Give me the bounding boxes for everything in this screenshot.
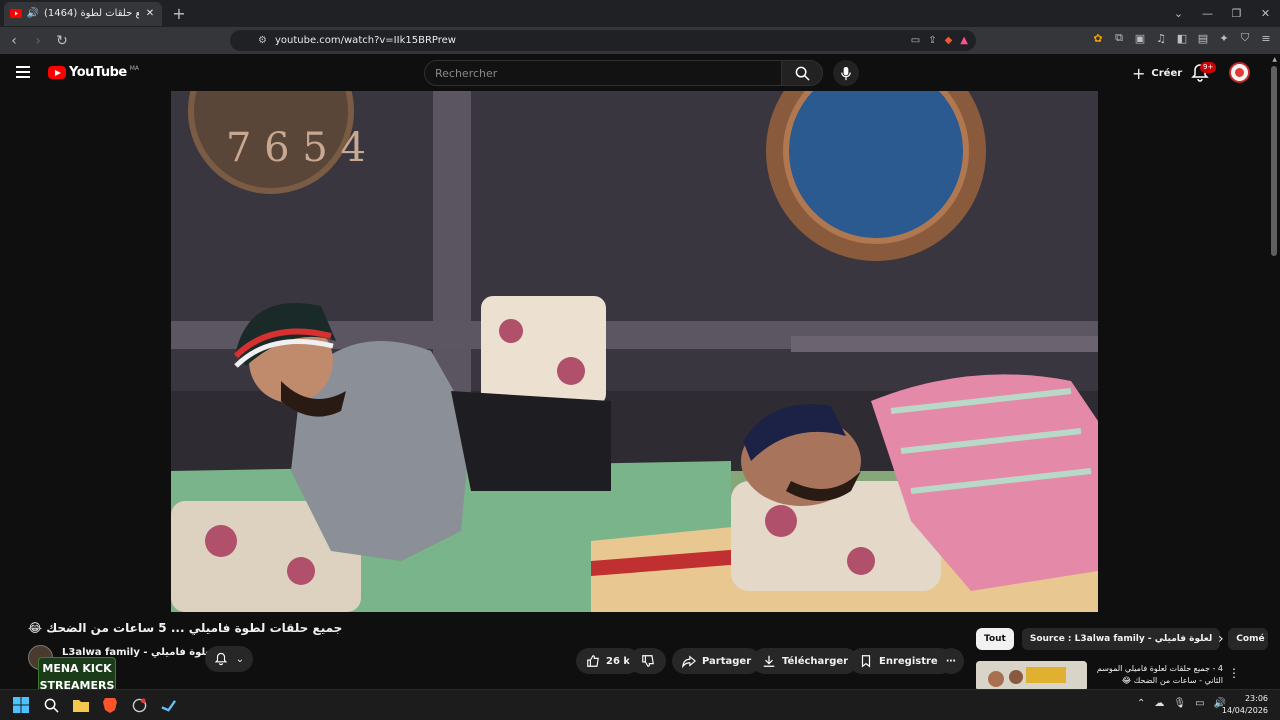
tab-title: (1464) جميع حلقات لطوة 🥰 bbox=[44, 8, 139, 19]
menu-icon[interactable]: ≡ bbox=[1260, 32, 1272, 45]
scrollbar-thumb[interactable] bbox=[1271, 66, 1277, 256]
recommended-title: 4 - جميع حلقات لعلوة فاميلي الموسم الثان… bbox=[1096, 664, 1223, 685]
masthead: YouTube MA Rechercher + Créer 9+ bbox=[0, 54, 1268, 91]
like-count: 26 k bbox=[606, 655, 631, 667]
save-label: Enregistrer bbox=[879, 655, 943, 667]
voice-search-button[interactable] bbox=[833, 60, 859, 86]
chevron-down-icon: ⌄ bbox=[235, 653, 245, 665]
share-label: Partager bbox=[702, 655, 752, 667]
microphone-icon[interactable]: 🎙 bbox=[1173, 698, 1186, 709]
leo-ai-icon[interactable]: ✦ bbox=[1218, 32, 1230, 45]
search-placeholder: Rechercher bbox=[435, 66, 498, 80]
youtube-page: YouTube MA Rechercher + Créer 9+ ▲ 7 6 5… bbox=[0, 54, 1280, 720]
plus-icon: + bbox=[1132, 63, 1146, 83]
sidebar-icon[interactable]: ◧ bbox=[1176, 32, 1188, 45]
share-icon[interactable]: ⇪ bbox=[928, 35, 936, 46]
taskbar-clock[interactable]: 23:06 14/04/2026 bbox=[1222, 693, 1268, 717]
create-label: Créer bbox=[1151, 67, 1183, 79]
close-window-button[interactable]: ✕ bbox=[1251, 7, 1280, 20]
app-icon[interactable] bbox=[130, 696, 148, 714]
recommended-thumbnail[interactable] bbox=[976, 661, 1087, 691]
chevron-right-icon[interactable]: › bbox=[1218, 631, 1224, 647]
forward-icon[interactable]: › bbox=[30, 33, 46, 49]
system-tray: ⌃ ☁ 🎙 ▭ 🔊 bbox=[1137, 698, 1226, 709]
search-input[interactable]: Rechercher bbox=[424, 60, 782, 86]
svg-text:7 6 5 4: 7 6 5 4 bbox=[226, 125, 366, 171]
clock-date: 14/04/2026 bbox=[1221, 706, 1268, 715]
tab-search-icon[interactable]: ⌄ bbox=[1164, 7, 1193, 20]
extension-icon[interactable]: ⧉ bbox=[1113, 31, 1125, 45]
steam-icon[interactable] bbox=[159, 696, 177, 714]
bookmark-save-icon bbox=[861, 655, 871, 668]
search-icon bbox=[795, 66, 810, 81]
url-text[interactable]: youtube.com/watch?v=IIk15BRPrew bbox=[275, 35, 903, 46]
dislike-button[interactable] bbox=[629, 648, 666, 674]
thumbs-up-icon bbox=[587, 655, 599, 667]
recommended-video[interactable]: 4 - جميع حلقات لعلوة فاميلي الموسم الثان… bbox=[976, 661, 1240, 691]
site-settings-icon[interactable]: ⚙ bbox=[258, 35, 267, 46]
window-controls: ⌄ — ❐ ✕ bbox=[1164, 0, 1280, 27]
more-horiz-icon: ⋯ bbox=[946, 655, 956, 667]
account-avatar[interactable] bbox=[1229, 62, 1250, 83]
display-icon[interactable]: ▭ bbox=[1195, 698, 1204, 709]
tray-overflow-icon[interactable]: ⌃ bbox=[1137, 698, 1145, 709]
cast-icon[interactable]: ▭ bbox=[911, 35, 920, 46]
new-tab-button[interactable]: + bbox=[170, 4, 188, 23]
minimize-button[interactable]: — bbox=[1193, 7, 1222, 20]
close-tab-icon[interactable]: ✕ bbox=[144, 8, 156, 20]
youtube-play-icon bbox=[48, 66, 66, 79]
region-code: MA bbox=[129, 64, 140, 72]
youtube-logo[interactable]: YouTube MA bbox=[48, 65, 139, 80]
more-actions-button[interactable]: ⋯ bbox=[938, 648, 964, 674]
watermark-line-1: MENA KICK bbox=[42, 662, 112, 675]
download-icon bbox=[763, 655, 775, 667]
brave-shield-icon[interactable]: ◆ bbox=[945, 35, 953, 46]
chip-source[interactable]: Source : L3alwa family - لعلوة فاميلي bbox=[1021, 628, 1221, 650]
bell-icon bbox=[214, 652, 228, 666]
thumbs-down-icon bbox=[641, 655, 654, 667]
extensions-area: ✿ ⧉ ▣ ♫ ◧ ▤ ✦ ⛉ ≡ bbox=[1092, 31, 1272, 45]
related-chips: Tout Source : L3alwa family - لعلوة فامي… bbox=[976, 628, 1269, 650]
speaker-icon[interactable]: 🔊 bbox=[27, 8, 39, 20]
share-button[interactable]: Partager bbox=[672, 648, 762, 674]
notification-count-badge: 9+ bbox=[1200, 62, 1217, 73]
windows-start-icon[interactable] bbox=[12, 696, 30, 714]
create-button[interactable]: + Créer bbox=[1122, 60, 1192, 86]
clock-time: 23:06 bbox=[1244, 694, 1268, 703]
reload-icon[interactable]: ↻ bbox=[54, 33, 70, 49]
subscription-bell-button[interactable]: ⌄ bbox=[205, 646, 253, 672]
share-icon bbox=[682, 655, 696, 668]
scroll-up-arrow[interactable]: ▲ bbox=[1272, 56, 1277, 63]
download-button[interactable]: Télécharger bbox=[752, 648, 859, 674]
file-explorer-icon[interactable] bbox=[72, 696, 90, 714]
mic-icon bbox=[841, 66, 851, 80]
address-bar[interactable]: ⚙ youtube.com/watch?v=IIk15BRPrew ▭ ⇪ ◆ … bbox=[230, 30, 976, 51]
video-title: جميع حلقات لطوة فاميلي ... 5 ساعات من ال… bbox=[28, 621, 343, 635]
guide-menu-icon[interactable] bbox=[16, 66, 30, 78]
maximize-button[interactable]: ❐ bbox=[1222, 7, 1251, 20]
youtube-favicon bbox=[10, 8, 22, 20]
back-icon[interactable]: ‹ bbox=[6, 33, 22, 49]
video-frame: 7 6 5 4 bbox=[171, 91, 1098, 612]
page-scrollbar[interactable]: ▲ bbox=[1268, 54, 1280, 720]
more-vert-icon[interactable]: ⋮ bbox=[1228, 666, 1240, 680]
brave-browser-icon[interactable] bbox=[101, 696, 119, 714]
extension-icon[interactable]: ✿ bbox=[1092, 32, 1104, 45]
chip-all[interactable]: Tout bbox=[976, 628, 1014, 650]
video-player[interactable]: 7 6 5 4 bbox=[171, 91, 1098, 612]
download-label: Télécharger bbox=[782, 655, 849, 667]
vpn-icon[interactable]: ⛉ bbox=[1239, 31, 1251, 45]
search-button[interactable] bbox=[781, 60, 823, 86]
taskbar-search-icon[interactable] bbox=[42, 696, 60, 714]
youtube-wordmark: YouTube bbox=[69, 65, 127, 80]
cloud-icon[interactable]: ☁ bbox=[1154, 698, 1164, 709]
music-icon[interactable]: ♫ bbox=[1155, 32, 1167, 45]
chip-comedy[interactable]: Comé bbox=[1228, 628, 1269, 650]
windows-taskbar: ⌃ ☁ 🎙 ▭ 🔊 23:06 14/04/2026 bbox=[0, 689, 1280, 720]
browser-tab-strip: 🔊 (1464) جميع حلقات لطوة 🥰 ✕ + ⌄ — ❐ ✕ bbox=[0, 0, 1280, 27]
wallet-icon[interactable]: ▤ bbox=[1197, 32, 1209, 45]
brave-rewards-icon[interactable]: ▲ bbox=[960, 35, 968, 46]
browser-tab[interactable]: 🔊 (1464) جميع حلقات لطوة 🥰 ✕ bbox=[4, 1, 162, 26]
extension-icon[interactable]: ▣ bbox=[1134, 32, 1146, 45]
